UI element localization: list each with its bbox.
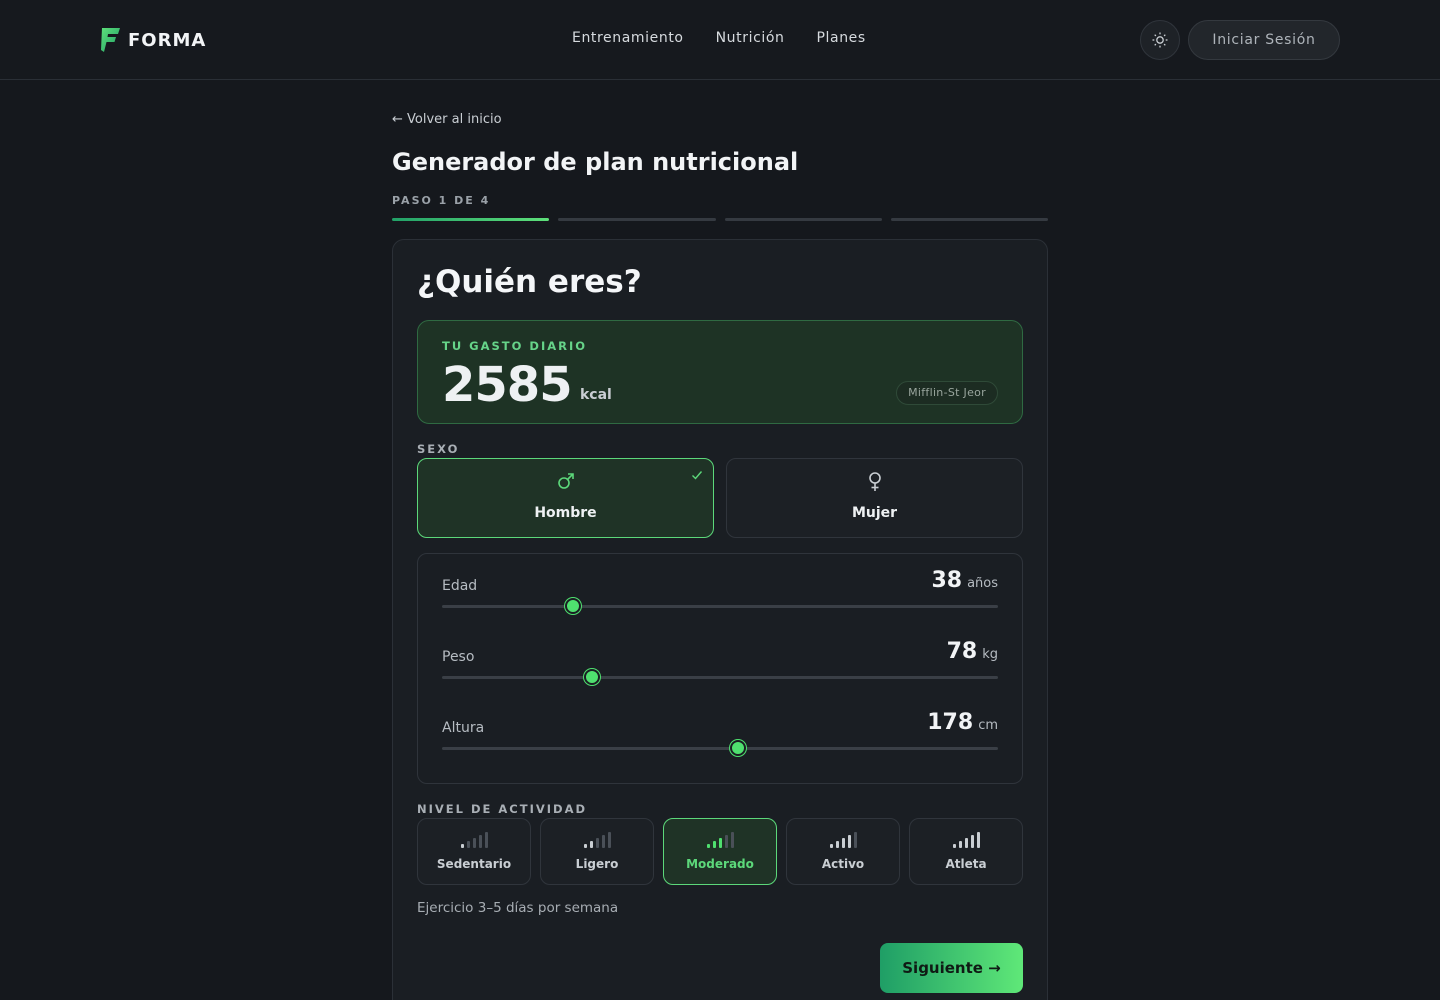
activity-option-label: Activo (821, 857, 865, 871)
next-button[interactable]: Siguiente → (880, 943, 1023, 993)
nav-link-nutricion[interactable]: Nutrición (716, 30, 785, 46)
slider-unit: cm (978, 718, 998, 733)
tdee-value: 2585 (442, 357, 573, 413)
activity-option-sedentario[interactable]: Sedentario (417, 818, 531, 885)
progress-segment (392, 218, 550, 221)
progress-segment (890, 218, 1048, 221)
activity-option-atleta[interactable]: Atleta (909, 818, 1023, 885)
slider-thumb[interactable] (584, 669, 601, 685)
tdee-unit: kcal (580, 387, 612, 403)
formula-badge: Mifflin-St Jeor (896, 381, 998, 405)
slider-track[interactable] (442, 669, 998, 685)
slider-track[interactable] (442, 598, 998, 614)
nav-link-planes[interactable]: Planes (817, 30, 866, 46)
activity-level-icon (664, 832, 776, 848)
step-indicator: PASO 1 DE 4 (392, 194, 491, 207)
sex-option-label: Hombre (534, 505, 597, 521)
brand-logo[interactable]: FORMA (100, 26, 206, 54)
slider-thumb[interactable] (565, 598, 582, 614)
slider-value: 38 (931, 568, 963, 593)
activity-option-label: Sedentario (436, 857, 512, 871)
slider-edad: Edad 38 años (442, 568, 998, 628)
nav-link-entrenamiento[interactable]: Entrenamiento (572, 30, 684, 46)
slider-value: 78 (946, 639, 978, 664)
card-title: ¿Quién eres? (417, 264, 642, 300)
slider-label: Edad (442, 578, 478, 594)
sex-option-hombre[interactable]: Hombre (417, 458, 714, 538)
activity-option-label: Ligero (575, 857, 619, 871)
brand-name: FORMA (128, 29, 207, 51)
activity-options: Sedentario Ligero Moderado Activo Atleta (417, 818, 1023, 886)
activity-level-icon (910, 832, 1022, 848)
daily-expenditure-panel: TU GASTO DIARIO 2585 kcal Mifflin-St Jeo… (417, 320, 1023, 424)
page-title: Generador de plan nutricional (392, 148, 799, 176)
slider-label: Altura (442, 720, 485, 736)
main-nav: Entrenamiento Nutrición Planes (572, 30, 866, 46)
female-icon (727, 471, 1022, 498)
slider-track[interactable] (442, 740, 998, 756)
progress-segment (558, 218, 716, 221)
check-icon (691, 469, 703, 484)
slider-thumb[interactable] (729, 740, 746, 756)
activity-option-ligero[interactable]: Ligero (540, 818, 654, 885)
activity-level-icon (418, 832, 530, 848)
tdee-label: TU GASTO DIARIO (442, 339, 588, 353)
sex-section-label: SEXO (417, 442, 460, 456)
activity-description: Ejercicio 3–5 días por semana (417, 900, 619, 916)
form-card: ¿Quién eres? TU GASTO DIARIO 2585 kcal M… (392, 239, 1048, 1000)
login-button[interactable]: Iniciar Sesión (1188, 20, 1340, 60)
activity-option-label: Moderado (686, 857, 754, 871)
sun-icon (1152, 32, 1168, 48)
slider-unit: kg (982, 647, 998, 662)
slider-unit: años (967, 576, 998, 591)
activity-level-icon (541, 832, 653, 848)
activity-section-label: NIVEL DE ACTIVIDAD (417, 802, 588, 816)
back-to-home-link[interactable]: ← Volver al inicio (392, 112, 502, 127)
slider-label: Peso (442, 649, 475, 665)
activity-level-icon (787, 832, 899, 848)
male-icon (418, 471, 713, 496)
step-progress-bar (392, 218, 1048, 222)
activity-option-label: Atleta (945, 857, 987, 871)
theme-toggle-button[interactable] (1140, 20, 1180, 60)
progress-segment (724, 218, 882, 221)
activity-option-moderado[interactable]: Moderado (663, 818, 777, 885)
top-nav-bar: FORMA Entrenamiento Nutrición Planes Ini… (0, 0, 1440, 80)
sex-option-label: Mujer (851, 505, 898, 521)
slider-altura: Altura 178 cm (442, 710, 998, 770)
slider-value: 178 (927, 710, 974, 735)
sex-option-mujer[interactable]: Mujer (726, 458, 1023, 538)
forma-logo-icon (101, 28, 120, 52)
body-metrics-panel: Edad 38 años Peso 78 kg Altura 178 cm (417, 553, 1023, 784)
activity-option-activo[interactable]: Activo (786, 818, 900, 885)
slider-peso: Peso 78 kg (442, 639, 998, 699)
